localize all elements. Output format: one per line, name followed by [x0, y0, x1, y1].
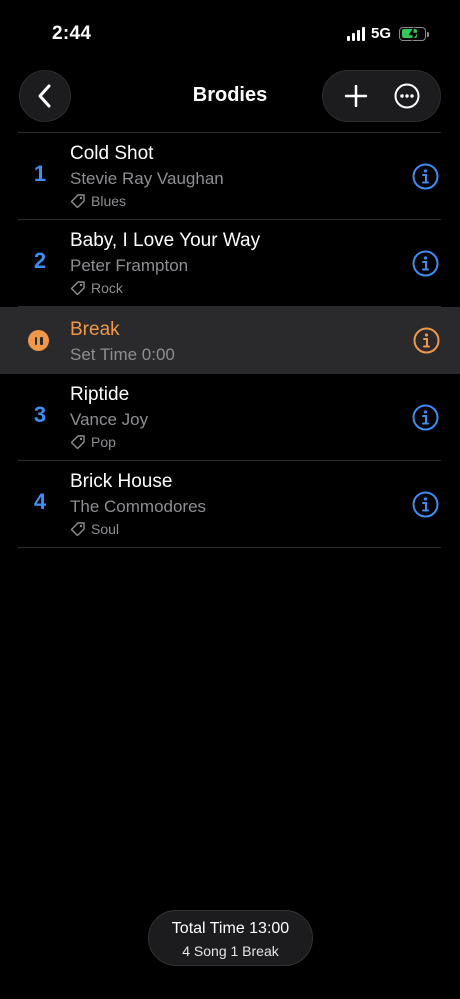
- info-icon[interactable]: [413, 327, 440, 354]
- status-time: 2:44: [52, 23, 92, 44]
- song-genre-tag: Rock: [70, 280, 123, 296]
- song-number: 4: [33, 489, 47, 514]
- song-row[interactable]: 3 Riptide Vance Joy Pop: [18, 374, 441, 461]
- song-title: Riptide: [70, 384, 130, 405]
- info-icon[interactable]: [412, 163, 439, 190]
- song-break-count: 4 Song 1 Break: [182, 943, 279, 959]
- add-button[interactable]: [336, 76, 376, 116]
- tag-icon: [70, 435, 85, 450]
- status-bar: 2:44 5G: [0, 0, 460, 60]
- song-title: Baby, I Love Your Way: [70, 230, 261, 251]
- song-genre-tag: Blues: [70, 193, 126, 209]
- tag-label: Rock: [91, 280, 123, 296]
- info-icon[interactable]: [412, 404, 439, 431]
- song-artist: Vance Joy: [70, 410, 149, 429]
- total-time: Total Time 13:00: [171, 920, 290, 937]
- tag-icon: [70, 522, 85, 537]
- song-row[interactable]: 2 Baby, I Love Your Way Peter Frampton R…: [18, 220, 441, 307]
- song-title: Cold Shot: [70, 143, 154, 164]
- song-number: 3: [33, 402, 47, 427]
- plus-icon: [345, 85, 368, 107]
- song-number: 1: [33, 161, 47, 186]
- tag-icon: [70, 194, 85, 209]
- song-genre-tag: Soul: [70, 521, 119, 537]
- song-row[interactable]: 1 Cold Shot Stevie Ray Vaughan Blues: [18, 133, 441, 220]
- tag-label: Pop: [91, 434, 116, 450]
- break-row[interactable]: Break Set Time 0:00: [0, 307, 460, 374]
- network-type: 5G: [370, 25, 391, 42]
- navigation-bar: Brodies: [0, 69, 460, 123]
- song-title: Brick House: [70, 471, 173, 492]
- more-button[interactable]: [387, 76, 427, 116]
- back-button[interactable]: [19, 70, 71, 122]
- setlist-screen: 2:44 5G Brodies 1 Cold Shot Stevie Ray V…: [0, 0, 460, 999]
- song-artist: The Commodores: [70, 497, 207, 516]
- cellular-signal-icon: [346, 26, 365, 41]
- chevron-left-icon: [38, 84, 51, 108]
- song-number: 2: [33, 248, 47, 273]
- pause-icon[interactable]: [28, 330, 49, 351]
- tag-label: Soul: [91, 521, 120, 537]
- info-icon[interactable]: [412, 491, 439, 518]
- break-title: Break: [70, 319, 120, 340]
- status-indicators: 5G: [346, 25, 429, 42]
- info-icon[interactable]: [412, 250, 439, 277]
- song-genre-tag: Pop: [70, 434, 116, 450]
- tag-icon: [70, 281, 85, 296]
- song-artist: Peter Frampton: [70, 256, 189, 275]
- song-artist: Stevie Ray Vaughan: [70, 169, 224, 188]
- break-set-time: Set Time 0:00: [70, 345, 175, 364]
- tag-label: Blues: [91, 193, 127, 209]
- ellipsis-circle-icon: [394, 83, 420, 109]
- set-summary-pill[interactable]: Total Time 13:00 4 Song 1 Break: [148, 910, 313, 966]
- nav-actions-group: [322, 70, 441, 122]
- setlist: 1 Cold Shot Stevie Ray Vaughan Blues 2 B…: [0, 132, 460, 548]
- battery-charging-icon: [399, 26, 429, 41]
- song-row[interactable]: 4 Brick House The Commodores Soul: [18, 461, 441, 548]
